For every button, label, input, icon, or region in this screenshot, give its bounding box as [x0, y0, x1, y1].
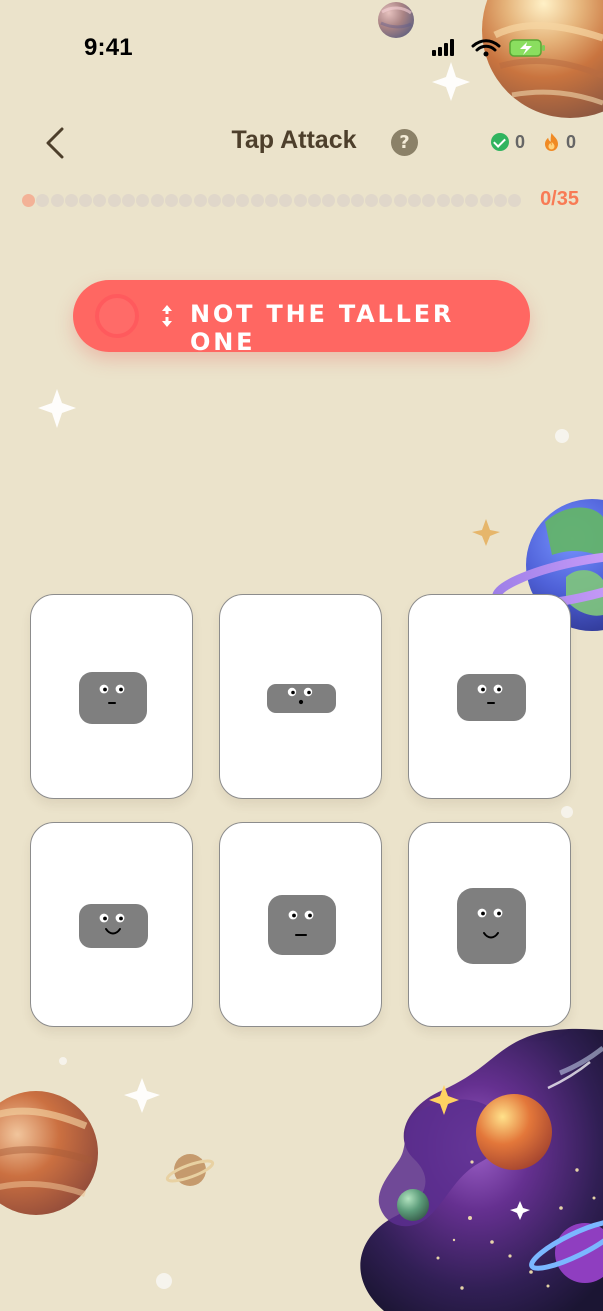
- back-button[interactable]: [34, 122, 76, 164]
- game-header: Tap Attack ? 0 0: [0, 102, 603, 180]
- progress-dot: [207, 193, 221, 207]
- status-time: 9:41: [84, 34, 133, 61]
- space-nebula-corner: [360, 1028, 603, 1311]
- challenge-prompt: NOT THE TALLER ONE: [73, 280, 530, 356]
- progress-dot: [479, 193, 493, 207]
- block-face-icon: [457, 888, 526, 964]
- progress-dot: [107, 193, 121, 207]
- progress-dot: [93, 193, 107, 207]
- signal-icon: [432, 39, 454, 56]
- progress-dot: [307, 193, 321, 207]
- check-circle-icon: [491, 133, 509, 151]
- progress-dot: [179, 193, 193, 207]
- block-face-icon: [268, 895, 336, 955]
- small-saturn-planet: [165, 1154, 215, 1186]
- gold-star-icon: [472, 519, 500, 546]
- progress-dot: [379, 193, 393, 207]
- battery-charging-icon: [509, 39, 545, 57]
- block-face-icon: [79, 672, 147, 724]
- progress-dot: [508, 193, 522, 207]
- progress-dot: [350, 193, 364, 207]
- wifi-icon: [471, 39, 501, 57]
- score-stats: 0 0: [491, 131, 576, 153]
- answer-card-6[interactable]: [408, 822, 571, 1027]
- progress-dot: [465, 193, 479, 207]
- progress-dot: [436, 193, 450, 207]
- block-face-icon: [79, 904, 148, 948]
- progress-dot: [293, 193, 307, 207]
- streak-count: 0: [566, 131, 577, 152]
- block-face-icon: [457, 674, 526, 721]
- progress-dot: [79, 193, 93, 207]
- prompt-text: NOT THE TALLER ONE: [190, 300, 455, 356]
- answer-card-3[interactable]: [408, 594, 571, 799]
- progress-dot: [50, 193, 64, 207]
- progress-dot: [450, 193, 464, 207]
- progress-dot: [150, 193, 164, 207]
- progress-dot: [250, 193, 264, 207]
- sparkle-star-icon: [38, 389, 76, 428]
- progress-dot: [136, 193, 150, 207]
- answer-card-5[interactable]: [219, 822, 382, 1027]
- progress-dots: [22, 192, 522, 208]
- timer-ring: [95, 294, 139, 338]
- progress-dot: [36, 193, 50, 207]
- flame-icon: [545, 133, 559, 151]
- progress-dot: [265, 193, 279, 207]
- progress-dot: [493, 193, 507, 207]
- page-title: Tap Attack: [231, 126, 357, 154]
- progress-dot: [279, 193, 293, 207]
- progress-dot: [193, 193, 207, 207]
- progress-dot: [236, 193, 250, 207]
- chevron-left-icon: [46, 127, 64, 159]
- height-icon: [160, 305, 174, 327]
- block-face-icon: [267, 684, 336, 713]
- level-progress: 0/35: [22, 188, 582, 212]
- streak-stat: 0: [543, 132, 576, 153]
- progress-dot: [422, 193, 436, 207]
- answer-card-2[interactable]: [219, 594, 382, 799]
- status-bar: 9:41: [0, 0, 603, 95]
- status-icons: [432, 39, 545, 57]
- correct-stat: 0: [491, 132, 525, 153]
- correct-count: 0: [515, 131, 526, 152]
- progress-dot: [365, 193, 379, 207]
- answer-card-grid: [30, 594, 573, 1028]
- progress-dot: [322, 193, 336, 207]
- sparkle-star-icon: [124, 1078, 160, 1113]
- progress-dot: [64, 193, 78, 207]
- progress-dot: [122, 193, 136, 207]
- help-button[interactable]: ?: [391, 129, 418, 156]
- progress-dot: [222, 193, 236, 207]
- progress-count: 0/35: [540, 188, 579, 210]
- progress-dot: [22, 193, 35, 207]
- progress-dot: [164, 193, 178, 207]
- progress-dot: [393, 193, 407, 207]
- answer-card-4[interactable]: [30, 822, 193, 1027]
- progress-dot: [408, 193, 422, 207]
- progress-dot: [336, 193, 350, 207]
- left-bottom-planet: [0, 1091, 98, 1215]
- answer-card-1[interactable]: [30, 594, 193, 799]
